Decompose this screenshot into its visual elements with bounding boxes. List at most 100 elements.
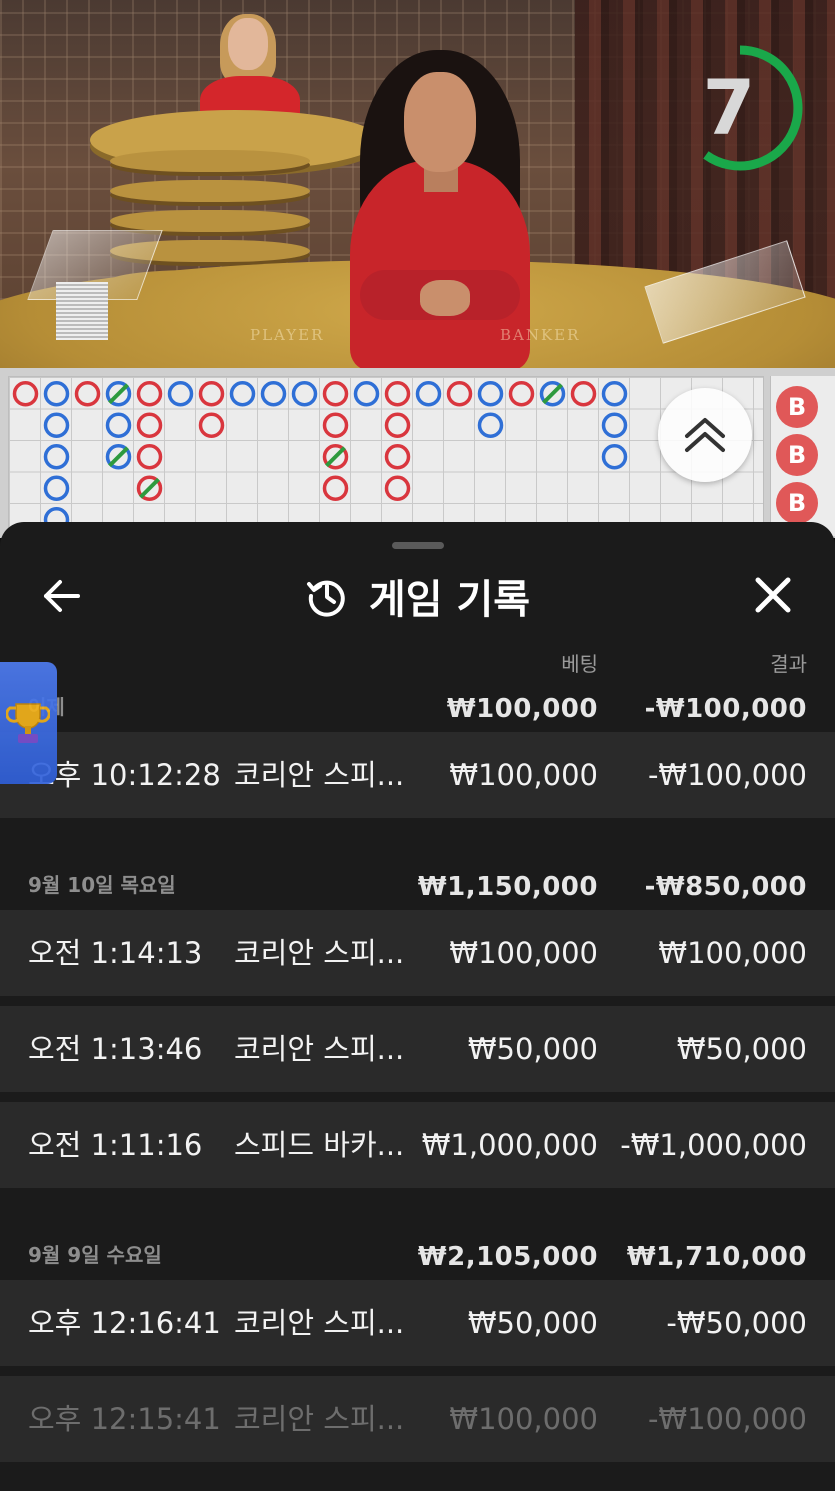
close-icon (755, 577, 791, 613)
player-mark (291, 381, 318, 407)
banker-mark (136, 381, 163, 407)
player-mark (477, 412, 504, 438)
history-row[interactable]: 오후 12:15:41 코리안 스피... ₩100,000 -₩100,000 (0, 1376, 835, 1462)
player-mark (601, 381, 628, 407)
banker-mark (198, 412, 225, 438)
banker-mark (508, 381, 535, 407)
player-mark (105, 412, 132, 438)
close-button[interactable] (750, 572, 796, 618)
banker-badge: B (776, 386, 818, 428)
row-result: -₩100,000 (647, 1402, 807, 1436)
date-group-header: 9월 9일 수요일 ₩2,105,000 ₩1,710,000 (0, 1218, 835, 1278)
row-game: 코리안 스피... (234, 936, 405, 970)
live-video-stream: PLAYER BANKER 7 (0, 0, 835, 368)
player-mark (43, 444, 70, 470)
history-row[interactable]: 오후 12:16:41 코리안 스피... ₩50,000 -₩50,000 (0, 1280, 835, 1366)
banker-mark (322, 412, 349, 438)
expand-roadmap-button[interactable] (658, 388, 752, 482)
row-time: 오전 1:11:16 (28, 1128, 203, 1162)
row-time: 오후 12:15:41 (28, 1402, 221, 1436)
row-bet: ₩100,000 (449, 1402, 598, 1436)
date-group-header: 어제 ₩100,000 -₩100,000 (0, 670, 835, 730)
group-date: 9월 9일 수요일 (28, 1243, 162, 1267)
table-label-banker: BANKER (500, 326, 581, 344)
player-mark (477, 381, 504, 407)
leaderboard-tab[interactable] (0, 662, 57, 784)
banker-mark (384, 475, 411, 501)
group-date: 9월 10일 목요일 (28, 873, 176, 897)
row-result: ₩100,000 (658, 936, 807, 970)
player-mark (415, 381, 442, 407)
player-mark (43, 412, 70, 438)
row-game: 스피드 바카... (234, 1128, 405, 1162)
row-result: -₩100,000 (647, 758, 807, 792)
row-result: -₩50,000 (666, 1306, 807, 1340)
row-time: 오전 1:14:13 (28, 936, 203, 970)
banker-mark (570, 381, 597, 407)
row-bet: ₩100,000 (449, 758, 598, 792)
history-row[interactable]: 오전 1:14:13 코리안 스피... ₩100,000 ₩100,000 (0, 910, 835, 996)
player-mark (260, 381, 287, 407)
banker-mark (384, 444, 411, 470)
banker-mark (322, 381, 349, 407)
table-label-player: PLAYER (250, 326, 325, 344)
player-mark (601, 412, 628, 438)
banker-mark (446, 381, 473, 407)
banker-mark (136, 412, 163, 438)
banker-mark (12, 381, 39, 407)
banker-mark (384, 381, 411, 407)
countdown-timer: 7 (680, 30, 804, 186)
date-group-header: 9월 10일 목요일 ₩1,150,000 -₩850,000 (0, 848, 835, 908)
sheet-drag-handle[interactable] (392, 542, 444, 549)
group-total-result: ₩1,710,000 (626, 1242, 807, 1272)
card-stack (56, 282, 108, 340)
player-mark (43, 475, 70, 501)
row-bet: ₩50,000 (467, 1306, 598, 1340)
tie-mark (325, 446, 346, 468)
history-row[interactable]: 오전 1:11:16 스피드 바카... ₩1,000,000 -₩1,000,… (0, 1102, 835, 1188)
player-mark (229, 381, 256, 407)
history-clock-icon (306, 580, 345, 617)
row-result: -₩1,000,000 (620, 1128, 807, 1162)
history-row[interactable]: 오후 10:12:28 코리안 스피... ₩100,000 -₩100,000 (0, 732, 835, 818)
player-mark (601, 444, 628, 470)
game-history-sheet: 게임 기록 베팅 결과 어제 ₩100,000 -₩100,000 오후 10:… (0, 522, 835, 1491)
group-total-bet: ₩2,105,000 (417, 1242, 598, 1272)
tie-mark (108, 446, 129, 468)
row-game: 코리안 스피... (234, 758, 405, 792)
row-time: 오후 12:16:41 (28, 1306, 221, 1340)
group-total-bet: ₩100,000 (446, 694, 598, 724)
dealer (340, 50, 540, 368)
tie-mark (542, 383, 563, 405)
row-result: ₩50,000 (676, 1032, 807, 1066)
big-road-marks (12, 381, 628, 533)
chevron-double-up-icon (685, 418, 725, 452)
row-bet: ₩1,000,000 (421, 1128, 598, 1162)
tie-mark (139, 477, 160, 499)
group-total-result: -₩100,000 (644, 694, 807, 724)
row-game: 코리안 스피... (234, 1402, 405, 1436)
row-bet: ₩50,000 (467, 1032, 598, 1066)
history-row[interactable]: 오전 1:13:46 코리안 스피... ₩50,000 ₩50,000 (0, 1006, 835, 1092)
bead-road-grid: B B B (770, 376, 835, 536)
background-dealer (200, 14, 300, 136)
row-bet: ₩100,000 (449, 936, 598, 970)
sheet-header: 게임 기록 (0, 566, 835, 626)
banker-mark (136, 444, 163, 470)
timer-value: 7 (702, 63, 756, 152)
big-road-grid (8, 376, 764, 536)
row-time: 오전 1:13:46 (28, 1032, 203, 1066)
banker-badge: B (776, 434, 818, 476)
group-total-bet: ₩1,150,000 (417, 872, 598, 902)
player-mark (353, 381, 380, 407)
banker-mark (74, 381, 101, 407)
banker-badge: B (776, 482, 818, 524)
row-game: 코리안 스피... (234, 1306, 405, 1340)
player-mark (167, 381, 194, 407)
banker-mark (322, 475, 349, 501)
player-mark (43, 381, 70, 407)
banker-mark (384, 412, 411, 438)
sheet-title: 게임 기록 (368, 577, 531, 623)
group-total-result: -₩850,000 (644, 872, 807, 902)
banker-mark (198, 381, 225, 407)
